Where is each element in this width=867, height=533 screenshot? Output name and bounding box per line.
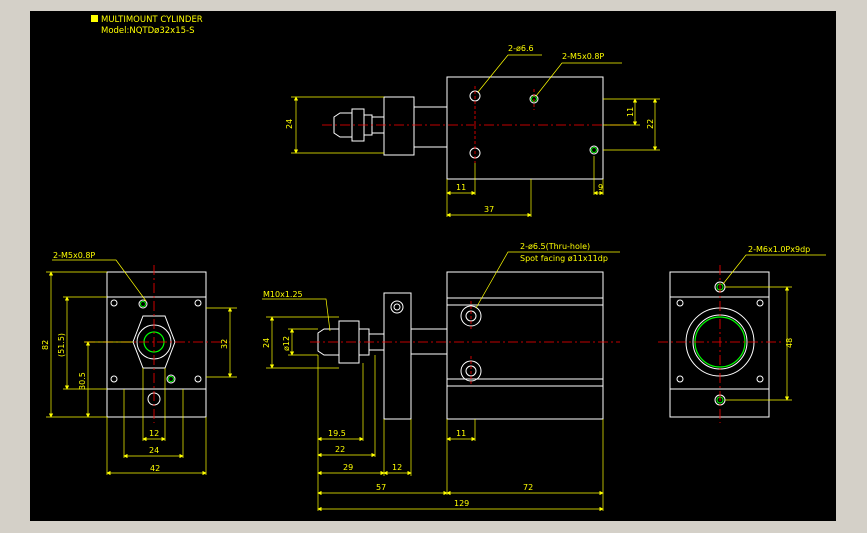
top-callout-holes: 2-ø6.6 xyxy=(508,44,534,53)
front-dim-12: 12 xyxy=(392,463,402,472)
drawing-model: Model:NQTDø32x15-S xyxy=(101,26,195,36)
left-dim-30-5: 30.5 xyxy=(78,372,87,390)
top-dim-37: 37 xyxy=(484,205,494,214)
top-view: 2-ø6.6 2-M5x0.8P 24 11 22 11 9 37 xyxy=(285,44,660,218)
drawing-title: MULTIMOUNT CYLINDER xyxy=(101,15,203,25)
top-dim-left-11: 11 xyxy=(456,183,466,192)
drawing-canvas: MULTIMOUNT CYLINDER Model:NQTDø32x15-S 2… xyxy=(30,11,836,521)
left-dim-51-5: (51.5) xyxy=(57,333,66,357)
top-callout-threads: 2-M5x0.8P xyxy=(562,52,604,61)
top-dim-11: 11 xyxy=(626,107,635,117)
left-callout: 2-M5x0.8P xyxy=(53,251,95,260)
front-callout-thread: M10x1.25 xyxy=(263,290,303,299)
title-marker xyxy=(91,15,98,22)
title-block: MULTIMOUNT CYLINDER Model:NQTDø32x15-S xyxy=(91,15,203,36)
front-callout-holes: 2-ø6.5(Thru-hole) xyxy=(520,242,590,251)
front-rod-plate xyxy=(383,292,412,420)
front-dim-24: 24 xyxy=(262,338,271,348)
left-dim-12: 12 xyxy=(149,429,159,438)
front-dim-129: 129 xyxy=(454,499,469,508)
top-dim-right-9: 9 xyxy=(598,183,603,192)
front-dim-22: 22 xyxy=(335,445,345,454)
front-dim-11: 11 xyxy=(456,429,466,438)
front-body xyxy=(446,271,604,420)
front-dim-72: 72 xyxy=(523,483,533,492)
front-dim-19-5: 19.5 xyxy=(328,429,346,438)
top-dim-24: 24 xyxy=(285,119,294,129)
left-dim-42: 42 xyxy=(150,464,160,473)
left-dim-24: 24 xyxy=(149,446,159,455)
cad-drawing: MULTIMOUNT CYLINDER Model:NQTDø32x15-S 2… xyxy=(41,15,826,512)
front-dim-dia12: ø12 xyxy=(282,336,291,351)
top-rod-block xyxy=(383,96,415,156)
left-body xyxy=(106,271,207,418)
front-callout-spot: Spot facing ø11x11dp xyxy=(520,254,608,263)
right-view: 2-M6x1.0Px9dp 48 xyxy=(658,245,826,423)
left-view: 2-M5x0.8P 82 (51.5) 30.5 32 12 24 42 xyxy=(41,251,237,476)
front-view: M10x1.25 2-ø6.5(Thru-hole) Spot facing ø… xyxy=(262,242,620,512)
front-dim-29: 29 xyxy=(343,463,353,472)
left-dim-32: 32 xyxy=(220,339,229,349)
right-callout: 2-M6x1.0Px9dp xyxy=(748,245,810,254)
front-dim-57: 57 xyxy=(376,483,386,492)
left-dim-82: 82 xyxy=(41,340,50,350)
top-body xyxy=(446,76,604,180)
top-dim-22: 22 xyxy=(646,119,655,129)
right-dim-48: 48 xyxy=(785,338,794,348)
